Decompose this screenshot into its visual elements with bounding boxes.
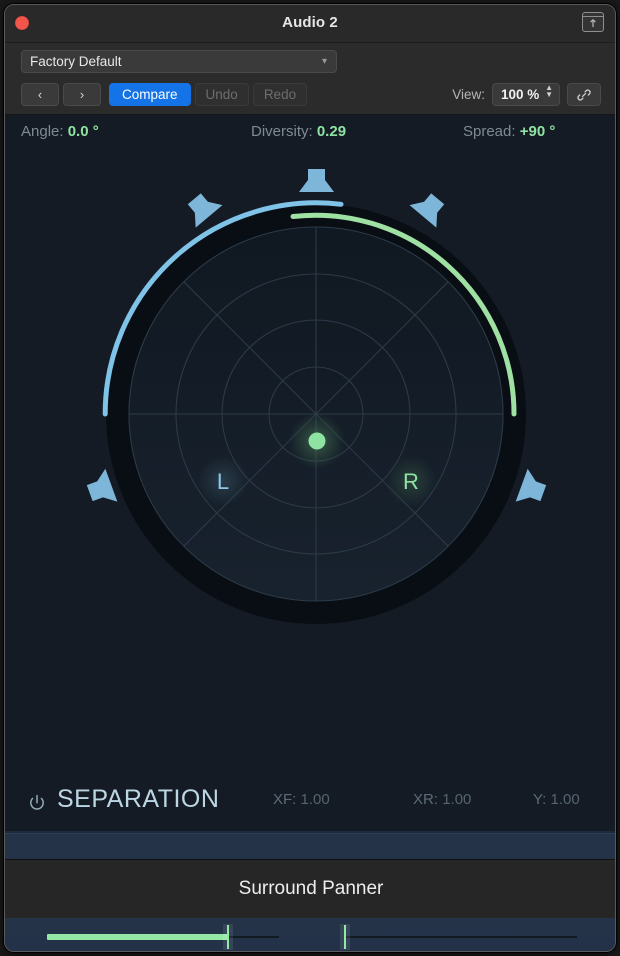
power-icon[interactable] bbox=[27, 793, 47, 818]
previous-preset-button[interactable]: ‹ bbox=[21, 83, 59, 106]
lfe-level-slider[interactable] bbox=[340, 924, 577, 950]
readout-y-label: Y: bbox=[533, 791, 547, 808]
up-arrow-glyph bbox=[590, 19, 596, 27]
plugin-footer: Surround Panner bbox=[5, 859, 615, 918]
view-label: View: bbox=[452, 87, 485, 102]
next-preset-button[interactable]: › bbox=[63, 83, 101, 106]
readout-spread-label: Spread: bbox=[463, 123, 516, 140]
channel-marker-right-label: R bbox=[403, 469, 419, 494]
speaker-icon-center[interactable] bbox=[299, 169, 334, 192]
center-level-thumb[interactable] bbox=[222, 924, 233, 950]
view-controls: View: 100 % ▲ ▼ bbox=[452, 83, 601, 106]
readout-y[interactable]: Y: 1.00 bbox=[533, 791, 580, 808]
readout-diversity[interactable]: Diversity: 0.29 bbox=[251, 123, 346, 140]
speaker-icon-surround-right[interactable] bbox=[515, 468, 550, 510]
undo-button[interactable]: Undo bbox=[194, 83, 249, 106]
readout-xr-label: XR: bbox=[413, 791, 439, 808]
readout-angle-label: Angle: bbox=[21, 123, 64, 140]
zoom-stepper[interactable]: 100 % ▲ ▼ bbox=[492, 83, 560, 106]
chevron-down-icon: ▾ bbox=[321, 56, 327, 67]
compare-button[interactable]: Compare bbox=[109, 83, 191, 106]
center-level-fill bbox=[47, 934, 228, 940]
preset-button-group: ‹ › Compare Undo Redo bbox=[21, 83, 308, 106]
panner-svg: L R bbox=[84, 169, 550, 624]
separation-bar: SEPARATION XF: 1.00 XR: 1.00 Y: 1.00 bbox=[5, 779, 615, 833]
preset-name: Factory Default bbox=[30, 54, 122, 69]
readout-xf[interactable]: XF: 1.00 bbox=[273, 791, 330, 808]
readout-xr[interactable]: XR: 1.00 bbox=[413, 791, 471, 808]
link-icon[interactable] bbox=[567, 83, 601, 106]
center-level-slider[interactable] bbox=[47, 924, 279, 950]
readout-angle[interactable]: Angle: 0.0 ° bbox=[21, 123, 99, 140]
channel-marker-left-label: L bbox=[217, 469, 229, 494]
readout-spread-unit: ° bbox=[549, 123, 556, 140]
stepper-arrows-icon[interactable]: ▲ ▼ bbox=[545, 84, 553, 99]
readout-diversity-value: 0.29 bbox=[316, 123, 347, 140]
plugin-name: Surround Panner bbox=[238, 878, 384, 899]
surround-panner-field[interactable]: L R bbox=[5, 149, 615, 779]
plugin-window: Audio 2 Factory Default ▾ ‹ › Compare Un… bbox=[4, 4, 616, 952]
speaker-icon-front-right[interactable] bbox=[409, 188, 452, 228]
plugin-body: Angle: 0.0 ° Diversity: 0.29 Spread: +90… bbox=[5, 115, 615, 951]
readout-xr-value: 1.00 bbox=[442, 791, 472, 808]
readout-spread-value: +90 bbox=[519, 123, 546, 140]
readout-angle-unit: ° bbox=[92, 123, 99, 140]
readout-diversity-label: Diversity: bbox=[251, 123, 313, 140]
plugin-toolbar: Factory Default ▾ ‹ › Compare Undo Redo … bbox=[5, 43, 615, 115]
open-in-new-window-icon[interactable] bbox=[582, 12, 604, 32]
chain-link-glyph bbox=[577, 88, 591, 101]
power-glyph bbox=[30, 794, 44, 810]
lfe-level-track bbox=[345, 936, 577, 938]
channel-marker-left[interactable]: L bbox=[197, 455, 249, 507]
readout-y-value: 1.00 bbox=[550, 791, 580, 808]
readout-spread[interactable]: Spread: +90 ° bbox=[463, 123, 555, 140]
readout-xf-label: XF: bbox=[273, 791, 297, 808]
readout-angle-value: 0.0 bbox=[67, 123, 89, 140]
preset-dropdown[interactable]: Factory Default ▾ bbox=[21, 50, 337, 73]
window-title: Audio 2 bbox=[282, 14, 338, 31]
redo-button[interactable]: Redo bbox=[252, 83, 308, 106]
panner-readout-row: Angle: 0.0 ° Diversity: 0.29 Spread: +90… bbox=[5, 115, 615, 149]
lfe-level-thumb[interactable] bbox=[340, 924, 350, 950]
channel-marker-right[interactable]: R bbox=[385, 455, 437, 507]
readout-xf-value: 1.00 bbox=[300, 791, 330, 808]
source-position-handle[interactable] bbox=[288, 412, 346, 470]
title-bar: Audio 2 bbox=[5, 5, 615, 43]
separation-title: SEPARATION bbox=[57, 785, 220, 813]
speaker-icon-front-left[interactable] bbox=[181, 188, 223, 228]
speaker-icon-surround-left[interactable] bbox=[84, 468, 118, 510]
zoom-value: 100 % bbox=[501, 87, 540, 102]
